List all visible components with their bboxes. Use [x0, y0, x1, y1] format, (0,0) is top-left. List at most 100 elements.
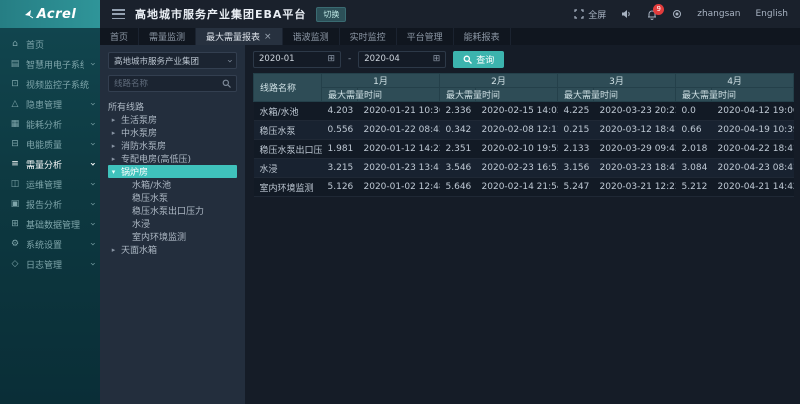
tree-root-label: 所有线路	[108, 100, 144, 113]
sidebar-item-label: 电能质量	[26, 138, 84, 151]
main-content: ⊞ - ⊞ 查询	[245, 45, 800, 404]
tab-label: 谐波监测	[293, 30, 329, 43]
cell-time: 2020-04-12 19:06:00	[712, 102, 794, 121]
tab-7[interactable]: 能耗报表	[454, 28, 511, 45]
sidebar-item-1[interactable]: ⌂首页	[0, 34, 100, 54]
video-monitor-icon: ⊡	[10, 79, 20, 89]
tab-label: 需量监测	[149, 30, 185, 43]
tree-root-item[interactable]: 所有线路	[108, 100, 237, 113]
sidebar-item-4[interactable]: △隐患管理›	[0, 94, 100, 114]
line-search-input[interactable]	[114, 79, 222, 89]
calendar-icon: ⊞	[327, 55, 335, 64]
tab-5[interactable]: 实时监控	[340, 28, 397, 45]
tree-item[interactable]: 室内环境监测	[108, 230, 237, 243]
cell-max-demand: 4.225	[558, 102, 594, 121]
cell-time: 2020-04-22 18:41:00	[712, 140, 794, 159]
chevron-down-icon: ›	[87, 222, 97, 226]
tree-collapsed-icon[interactable]: ▸	[110, 246, 117, 254]
filter-row: ⊞ - ⊞ 查询	[253, 50, 792, 68]
cell-max-demand: 3.215	[322, 159, 358, 178]
close-icon[interactable]: ×	[264, 32, 272, 42]
column-header-time: 时间	[358, 88, 440, 102]
sidebar-item-label: 基础数据管理	[26, 218, 84, 231]
sidebar-item-3[interactable]: ⊡视频监控子系统	[0, 74, 100, 94]
end-date-input[interactable]	[364, 54, 432, 64]
table-row: 稳压水泵出口压力1.9812020-01-12 14:22:002.351202…	[254, 140, 794, 159]
tab-4[interactable]: 谐波监测	[283, 28, 340, 45]
top-header: Acrel 高地城市服务产业集团EBA平台 切换 全屏	[0, 0, 800, 28]
alarm-sound-button[interactable]	[621, 9, 632, 19]
sidebar-item-12[interactable]: ◇日志管理›	[0, 254, 100, 274]
tree-item[interactable]: 稳压水泵	[108, 191, 237, 204]
tab-6[interactable]: 平台管理	[397, 28, 454, 45]
tree-collapsed-icon[interactable]: ▸	[110, 142, 117, 150]
cell-max-demand: 2.351	[440, 140, 476, 159]
tree-collapsed-icon[interactable]: ▸	[110, 155, 117, 163]
logo-text: Acrel	[37, 7, 77, 22]
cell-max-demand: 0.342	[440, 121, 476, 140]
sidebar-item-6[interactable]: ⊟电能质量›	[0, 134, 100, 154]
tree-item-label: 稳压水泵出口压力	[132, 204, 204, 217]
query-button[interactable]: 查询	[453, 51, 504, 68]
sidebar-item-label: 首页	[26, 38, 94, 51]
sidebar-item-8[interactable]: ◫运维管理›	[0, 174, 100, 194]
cell-line-name: 稳压水泵出口压力	[254, 140, 322, 159]
chevron-down-icon: ›	[87, 162, 97, 166]
column-header-time: 时间	[594, 88, 676, 102]
start-date-input[interactable]	[259, 54, 327, 64]
language-switch[interactable]: English	[756, 9, 789, 19]
chevron-down-icon: ›	[87, 122, 97, 126]
cell-max-demand: 5.646	[440, 178, 476, 197]
tree-item[interactable]: ▸生活泵房	[108, 113, 237, 126]
fullscreen-button[interactable]: 全屏	[574, 8, 606, 21]
logo-kite-icon	[24, 9, 34, 19]
tree-item[interactable]: ▸消防水泵房	[108, 139, 237, 152]
organization-select[interactable]: 高地城市服务产业集团 ›	[108, 52, 237, 69]
tab-2[interactable]: 需量监测	[139, 28, 196, 45]
sidebar-item-9[interactable]: ▣报告分析›	[0, 194, 100, 214]
tree-collapsed-icon[interactable]: ▸	[110, 116, 117, 124]
tree-item-label: 水箱/水池	[132, 178, 171, 191]
cell-time: 2020-02-15 14:03:00	[476, 102, 558, 121]
tree-item[interactable]: ▸中水泵房	[108, 126, 237, 139]
chevron-down-icon: ›	[87, 62, 97, 66]
end-date-picker[interactable]: ⊞	[358, 51, 446, 68]
chevron-down-icon: ›	[224, 59, 234, 63]
table-row: 水浸3.2152020-01-23 13:41:003.5462020-02-2…	[254, 159, 794, 178]
tree-item-label: 室内环境监测	[132, 230, 186, 243]
tree-item[interactable]: ▾锅炉房	[108, 165, 237, 178]
tree-expanded-icon[interactable]: ▾	[110, 168, 117, 176]
table-row: 稳压水泵0.5562020-01-22 08:43:000.3422020-02…	[254, 121, 794, 140]
chevron-down-icon: ›	[87, 202, 97, 206]
switch-project-button[interactable]: 切换	[316, 7, 346, 22]
menu-toggle-icon[interactable]	[112, 9, 125, 19]
cell-line-name: 水箱/水池	[254, 102, 322, 121]
sidebar-item-7[interactable]: ≡需量分析›	[0, 154, 100, 174]
column-header-line-name: 线路名称	[254, 74, 322, 102]
settings-button[interactable]	[672, 9, 682, 19]
header-main: 高地城市服务产业集团EBA平台 切换 全屏	[100, 0, 800, 28]
sidebar-item-11[interactable]: ⚙系统设置›	[0, 234, 100, 254]
notifications-button[interactable]: 9	[647, 9, 657, 20]
cell-time: 2020-02-08 12:11:00	[476, 121, 558, 140]
user-menu[interactable]: zhangsan	[697, 9, 740, 19]
tree-item-label: 专配电房(高低压)	[121, 152, 191, 165]
column-group-month: 1月	[322, 74, 440, 88]
tree-item[interactable]: 水浸	[108, 217, 237, 230]
cell-time: 2020-03-29 09:43:00	[594, 140, 676, 159]
tree-item[interactable]: ▸天面水箱	[108, 243, 237, 256]
sidebar-item-2[interactable]: ▤智慧用电子系统›	[0, 54, 100, 74]
tab-3[interactable]: 最大需量报表×	[196, 28, 283, 45]
tree-item[interactable]: 稳压水泵出口压力	[108, 204, 237, 217]
tab-1[interactable]: 首页	[100, 28, 139, 45]
tree-item[interactable]: ▸ 专配电房(高低压)	[108, 152, 237, 165]
cell-line-name: 室内环境监测	[254, 178, 322, 197]
tree-item[interactable]: 水箱/水池	[108, 178, 237, 191]
tree-collapsed-icon[interactable]: ▸	[110, 129, 117, 137]
chevron-down-icon: ›	[87, 142, 97, 146]
cell-max-demand: 4.203	[322, 102, 358, 121]
cell-max-demand: 2.018	[676, 140, 712, 159]
start-date-picker[interactable]: ⊞	[253, 51, 341, 68]
sidebar-item-10[interactable]: ⊞基础数据管理›	[0, 214, 100, 234]
sidebar-item-5[interactable]: ▦能耗分析›	[0, 114, 100, 134]
